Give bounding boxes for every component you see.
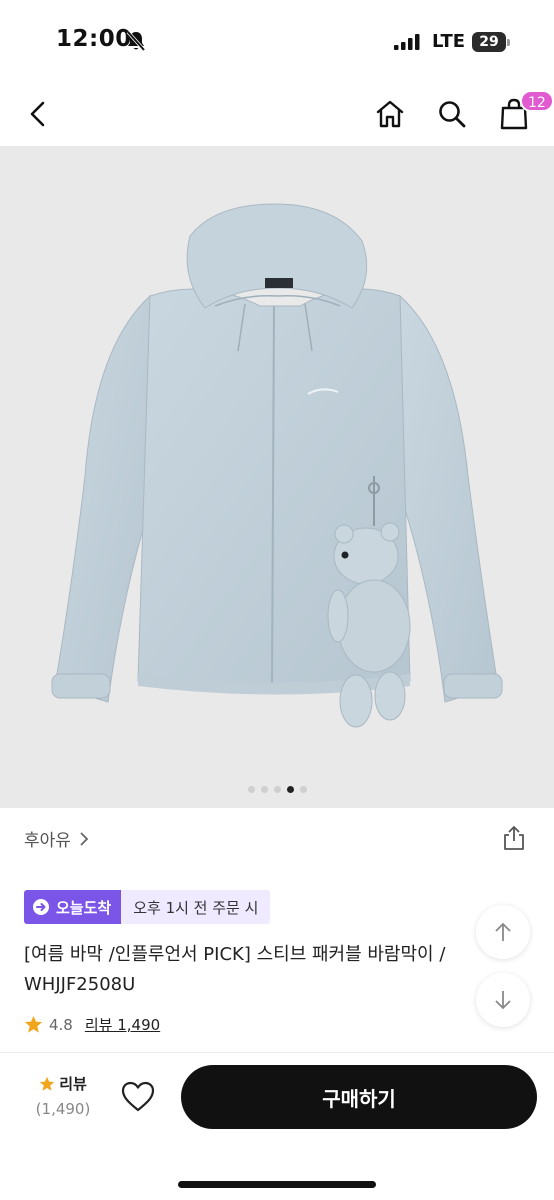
product-image xyxy=(51,203,503,728)
carousel-dot[interactable] xyxy=(286,786,294,793)
chevron-right-icon xyxy=(80,831,89,846)
bottom-purchase-bar: 리뷰 (1,490) 구매하기 xyxy=(0,1052,554,1200)
battery-level: 29 xyxy=(479,34,499,50)
status-bar: 12:00 LTE 29 xyxy=(0,0,554,84)
silent-bell-icon xyxy=(126,30,146,52)
scroll-up-button[interactable] xyxy=(476,905,530,959)
today-delivery-label: 오늘도착 xyxy=(24,890,122,924)
share-icon[interactable] xyxy=(500,824,528,852)
network-type: LTE xyxy=(432,31,466,52)
carousel-indicator xyxy=(0,786,554,796)
home-icon xyxy=(376,100,404,128)
top-nav-bar: 12 xyxy=(0,84,554,146)
brand-link[interactable]: 후아유 xyxy=(24,826,89,851)
carousel-dot[interactable] xyxy=(299,786,307,793)
carousel-dot[interactable] xyxy=(273,786,281,793)
star-icon xyxy=(39,1076,55,1091)
star-icon xyxy=(24,1015,43,1033)
badge-note: 오후 1시 전 주문 시 xyxy=(121,890,271,924)
brand-name: 후아유 xyxy=(24,831,71,851)
product-title: [여름 바막 /인플루언서 PICK] 스티브 패커블 바람막이 / WHJJF… xyxy=(24,944,446,995)
cellular-signal-icon xyxy=(394,34,420,50)
review-link[interactable]: 리뷰 1,490 xyxy=(85,1014,160,1035)
rating-row: 4.8 리뷰 1,490 xyxy=(24,1014,160,1035)
back-button[interactable] xyxy=(18,94,58,134)
rating-value: 4.8 xyxy=(49,1015,73,1034)
arrow-up-icon xyxy=(495,922,511,941)
review-summary[interactable]: 리뷰 (1,490) xyxy=(28,1073,98,1118)
review-count: (1,490) xyxy=(35,1100,91,1118)
delivery-badge: 오늘도착 오후 1시 전 주문 시 xyxy=(24,890,271,924)
home-indicator xyxy=(178,1181,376,1188)
battery-icon: 29 xyxy=(472,32,510,52)
search-icon xyxy=(439,101,466,128)
chevron-left-icon xyxy=(30,101,45,127)
review-label: 리뷰 xyxy=(59,1075,87,1093)
scroll-down-button[interactable] xyxy=(476,973,530,1027)
wishlist-heart-icon[interactable] xyxy=(120,1079,156,1115)
home-button[interactable] xyxy=(370,94,410,134)
carousel-dot[interactable] xyxy=(260,786,268,793)
arrow-down-icon xyxy=(495,991,511,1010)
product-image-carousel[interactable] xyxy=(0,146,554,808)
status-time: 12:00 xyxy=(56,26,132,52)
carousel-dot[interactable] xyxy=(247,786,255,793)
search-button[interactable] xyxy=(432,94,472,134)
cart-count-badge: 12 xyxy=(520,90,554,112)
badge-label: 오늘도착 xyxy=(56,898,112,917)
buy-button[interactable]: 구매하기 xyxy=(181,1065,537,1129)
cart-button[interactable]: 12 xyxy=(494,90,554,134)
arrow-circle-icon xyxy=(33,899,49,915)
